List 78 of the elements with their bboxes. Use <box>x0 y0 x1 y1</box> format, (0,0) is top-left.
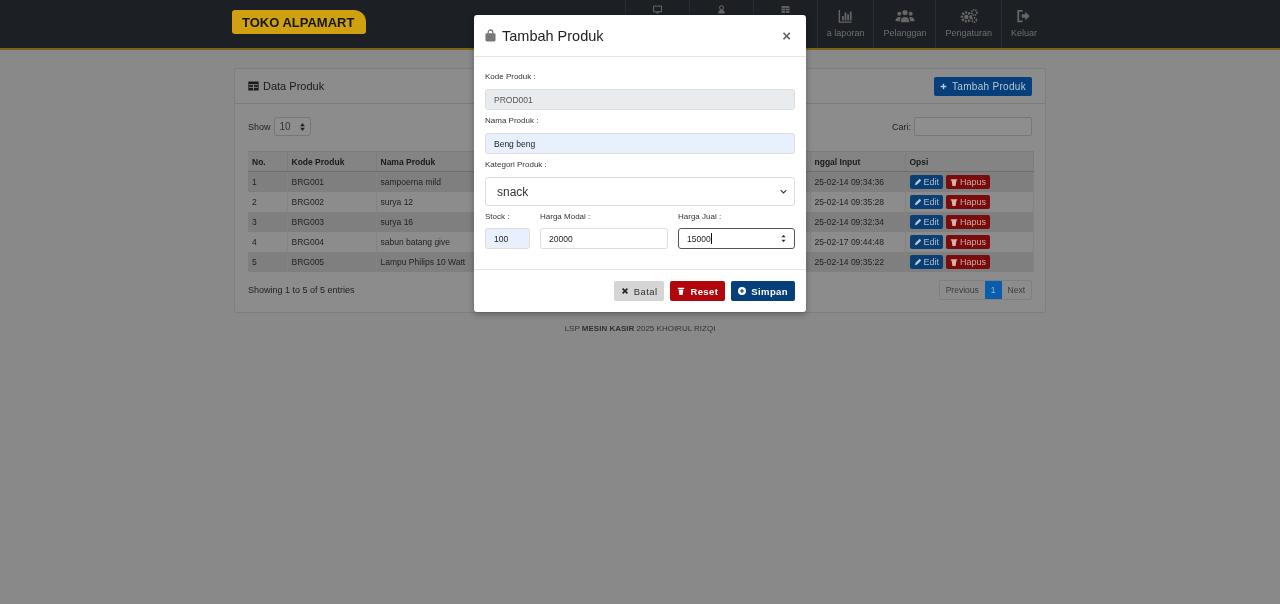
trash-icon <box>950 178 958 186</box>
table-icon <box>248 81 259 91</box>
delete-button[interactable]: Hapus <box>946 215 991 229</box>
close-icon <box>620 287 629 295</box>
nav-item[interactable]: a laporan <box>816 0 874 48</box>
nav-label: Pengaturan <box>945 28 992 38</box>
footer-text: LSP MESIN KASIR 2025 KHOIRUL RIZQI <box>563 324 717 333</box>
pagination-button[interactable]: Next <box>1001 281 1031 299</box>
cost-price-field[interactable]: 20000 <box>540 228 668 249</box>
edit-button[interactable]: Edit <box>909 175 943 189</box>
shopping-bag-icon <box>485 29 496 42</box>
table-cell: BRG003 <box>287 212 376 232</box>
table-cell: 5 <box>248 252 287 272</box>
category-select[interactable]: snack <box>485 177 795 206</box>
add-product-button[interactable]: Tambah Produk <box>934 76 1032 96</box>
nav-item[interactable]: Keluar <box>1001 0 1046 48</box>
pencil-icon <box>913 198 922 206</box>
edit-button[interactable]: Edit <box>909 215 943 229</box>
pencil-icon <box>913 238 922 246</box>
plus-icon <box>940 82 948 90</box>
column-header[interactable]: No. <box>248 151 287 172</box>
nav-label: Keluar <box>1011 28 1037 38</box>
pencil-icon <box>913 218 922 226</box>
delete-button[interactable]: Hapus <box>946 255 991 269</box>
field-label: Harga Modal : <box>540 212 592 221</box>
trash-icon <box>677 287 686 295</box>
show-label: Show <box>248 121 271 132</box>
table-cell: 25-02-14 09:35:22 <box>810 252 905 272</box>
trash-icon <box>950 238 958 246</box>
table-cell: BRG005 <box>287 252 376 272</box>
trash-icon <box>950 198 958 206</box>
save-button[interactable]: Simpan <box>731 281 795 301</box>
table-icon <box>779 5 791 14</box>
cancel-button[interactable]: Batal <box>613 281 665 301</box>
field-label: Harga Jual : <box>678 212 723 221</box>
plus-circle-icon <box>738 287 747 295</box>
edit-button[interactable]: Edit <box>909 255 943 269</box>
sale-price-field[interactable]: 15000 <box>678 228 795 249</box>
reset-button[interactable]: Reset <box>670 281 726 301</box>
stock-field[interactable]: 100 <box>485 228 530 249</box>
chevron-down-icon <box>780 189 787 194</box>
field-label: Nama Produk : <box>485 116 540 125</box>
pagination-button[interactable]: 1 <box>984 281 1002 299</box>
table-cell: 25-02-14 09:32:34 <box>810 212 905 232</box>
sort-caret-icon <box>299 122 305 131</box>
users-icon <box>894 9 915 23</box>
table-cell: 3 <box>248 212 287 232</box>
delete-button[interactable]: Hapus <box>946 235 991 249</box>
pencil-icon <box>913 258 922 266</box>
card-title: Data Produk <box>263 80 325 92</box>
delete-button[interactable]: Hapus <box>946 175 991 189</box>
nav-item[interactable]: Pengaturan <box>935 0 1001 48</box>
column-header[interactable]: Kode Produk <box>287 151 376 172</box>
trash-icon <box>950 258 958 266</box>
column-header[interactable]: nggal Input <box>810 151 905 172</box>
pagination-button[interactable]: Previous <box>939 281 985 299</box>
product-name-field[interactable]: Beng beng <box>485 133 795 154</box>
store-logo[interactable]: TOKO ALPAMART <box>232 10 367 34</box>
page-size-select[interactable]: 10 <box>273 117 311 136</box>
close-button[interactable]: × <box>778 28 795 43</box>
edit-button[interactable]: Edit <box>909 195 943 209</box>
search-label: Cari: <box>892 121 911 132</box>
nav-label: Pelanggan <box>883 28 927 38</box>
monitor-icon <box>651 5 663 14</box>
nav-item[interactable]: Pelanggan <box>873 0 936 48</box>
dialog-title: Tambah Produk <box>502 27 604 44</box>
delete-button[interactable]: Hapus <box>946 195 991 209</box>
field-label: Kode Produk : <box>485 72 537 81</box>
column-header[interactable]: Opsi <box>905 151 1033 172</box>
nav-label: a laporan <box>826 28 865 38</box>
entries-info: Showing 1 to 5 of 5 entries <box>248 285 355 295</box>
bar-chart-icon <box>838 9 854 23</box>
table-cell: 1 <box>248 171 287 192</box>
spinner-icon <box>781 234 786 243</box>
sign-out-icon <box>1016 9 1032 23</box>
edit-button[interactable]: Edit <box>909 235 943 249</box>
pencil-icon <box>913 178 922 186</box>
trash-icon <box>950 218 958 226</box>
